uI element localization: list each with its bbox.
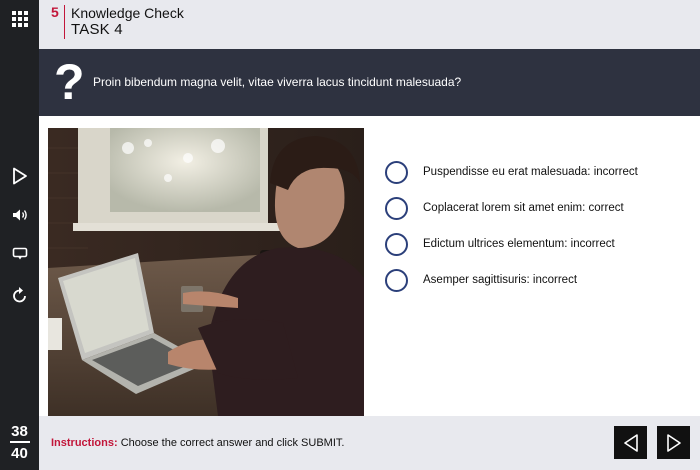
answer-option-2[interactable]: Coplacerat lorem sit amet enim: correct	[385, 197, 685, 221]
answer-label: Puspendisse eu erat malesuada: incorrect	[423, 166, 638, 178]
grid-menu-icon	[11, 11, 28, 27]
previous-button[interactable]	[614, 426, 647, 459]
caption-icon	[12, 247, 27, 260]
triangle-left-icon	[623, 433, 638, 452]
radio-button[interactable]	[385, 269, 408, 292]
caption-button[interactable]	[0, 238, 39, 270]
page-title: Knowledge Check	[71, 5, 184, 21]
footer: Instructions: Choose the correct answer …	[39, 416, 700, 470]
play-icon	[12, 167, 27, 185]
answer-label: Asemper sagittisuris: incorrect	[423, 274, 578, 286]
radio-button[interactable]	[385, 233, 408, 256]
header-divider	[64, 5, 65, 39]
page-subtitle: TASK 4	[71, 21, 123, 38]
play-button[interactable]	[0, 160, 39, 192]
answer-label: Coplacerat lorem sit amet enim: correct	[423, 202, 624, 214]
question-mark-icon: ?	[54, 54, 85, 110]
man-with-laptop-image	[48, 128, 364, 416]
instructions: Instructions: Choose the correct answer …	[51, 437, 344, 449]
header: 5 Knowledge Check TASK 4	[39, 0, 700, 49]
page-current: 38	[11, 423, 28, 440]
radio-button[interactable]	[385, 161, 408, 184]
replay-button[interactable]	[0, 279, 39, 311]
page-counter: 38 40	[0, 423, 39, 462]
question-text: Proin bibendum magna velit, vitae viverr…	[93, 75, 462, 89]
answer-option-3[interactable]: Edictum ultrices elementum: incorrect	[385, 233, 685, 257]
page-divider	[9, 441, 30, 443]
instructions-label: Instructions:	[51, 437, 118, 449]
next-button[interactable]	[657, 426, 690, 459]
page-total: 40	[11, 445, 28, 462]
radio-button[interactable]	[385, 197, 408, 220]
triangle-right-icon	[666, 433, 681, 452]
sidebar: 38 40	[0, 0, 39, 470]
question-bar: ? Proin bibendum magna velit, vitae vive…	[39, 49, 700, 116]
answer-label: Edictum ultrices elementum: incorrect	[423, 238, 615, 250]
grid-menu-button[interactable]	[0, 3, 39, 35]
audio-icon	[12, 209, 27, 221]
instructions-text: Choose the correct answer and click SUBM…	[120, 437, 345, 449]
audio-button[interactable]	[0, 199, 39, 231]
question-image	[48, 128, 364, 416]
answer-option-4[interactable]: Asemper sagittisuris: incorrect	[385, 269, 685, 293]
replay-icon	[12, 287, 26, 303]
task-number: 5	[51, 4, 59, 20]
answer-option-1[interactable]: Puspendisse eu erat malesuada: incorrect	[385, 161, 685, 185]
